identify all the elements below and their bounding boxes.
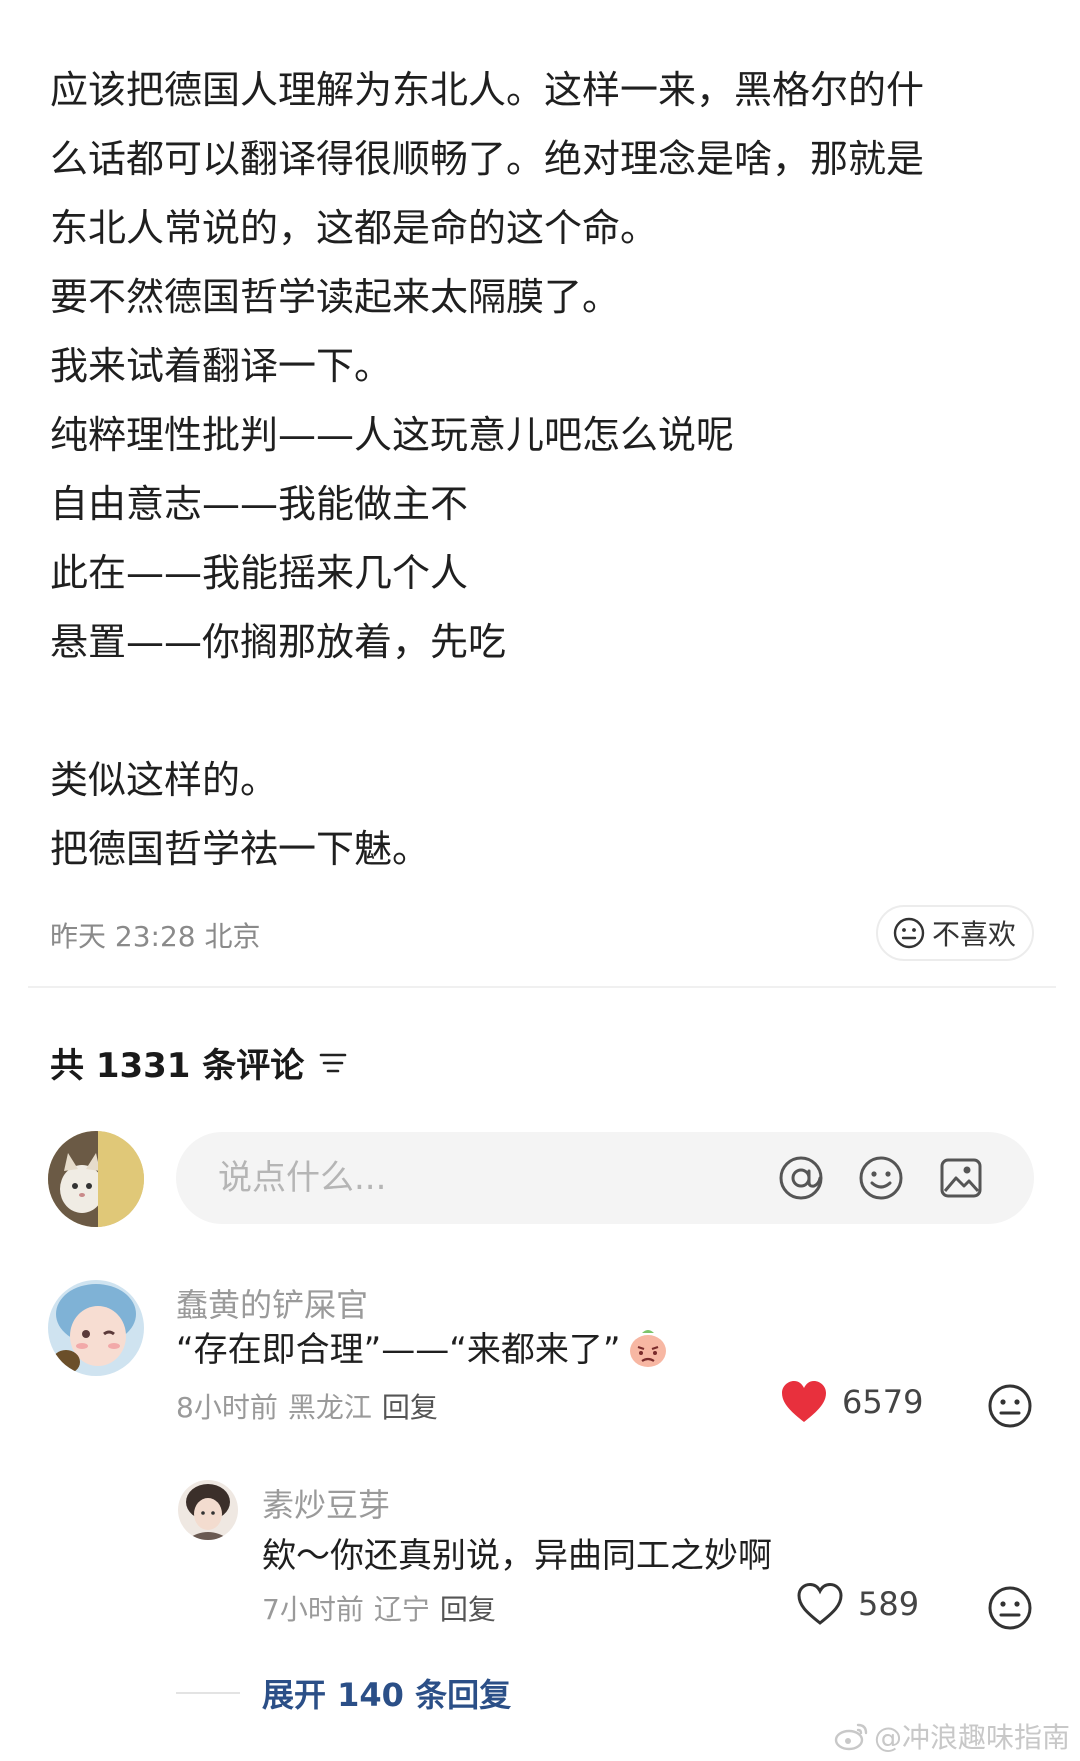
heart-icon bbox=[796, 1582, 844, 1626]
comment-text: 欸～你还真别说，异曲同工之妙啊 bbox=[262, 1536, 772, 1576]
post-body: 应该把德国人理解为东北人。这样一来，黑格尔的什 么话都可以翻译得很顺畅了。绝对理… bbox=[50, 56, 1030, 884]
watermark: @冲浪趣味指南 bbox=[834, 1716, 1070, 1756]
sort-lines-icon[interactable] bbox=[318, 1048, 348, 1078]
comment-author[interactable]: 素炒豆芽 bbox=[262, 1480, 390, 1526]
avatar[interactable] bbox=[48, 1280, 144, 1376]
post-line: 要不然德国哲学读起来太隔膜了。 bbox=[50, 275, 621, 319]
post-line: 纯粹理性批判——人这玩意儿吧怎么说呢 bbox=[50, 413, 735, 457]
comment-composer bbox=[48, 1130, 1034, 1227]
comment-input-box[interactable] bbox=[176, 1132, 1034, 1224]
weibo-logo-icon bbox=[834, 1721, 870, 1751]
comment-meta: 8小时前 黑龙江 回复 bbox=[176, 1386, 448, 1426]
post-meta-row: 昨天 23:28 北京 不喜欢 bbox=[50, 905, 1034, 963]
post-line: 自由意志——我能做主不 bbox=[50, 482, 469, 526]
comment-location: 辽宁 bbox=[373, 1593, 430, 1626]
avatar[interactable] bbox=[48, 1131, 144, 1227]
at-sign-icon[interactable] bbox=[776, 1153, 826, 1203]
comments-count: 共 1331 条评论 bbox=[50, 1046, 305, 1086]
avatar[interactable] bbox=[178, 1480, 238, 1540]
comment-meta: 7小时前 辽宁 回复 bbox=[262, 1588, 506, 1628]
post-line: 么话都可以翻译得很顺畅了。绝对理念是啥，那就是 bbox=[50, 137, 925, 181]
comments-header: 共 1331 条评论 bbox=[50, 1038, 348, 1087]
reply-button[interactable]: 回复 bbox=[440, 1593, 496, 1626]
neutral-face-icon[interactable] bbox=[986, 1382, 1034, 1430]
dislike-button[interactable]: 不喜欢 bbox=[875, 905, 1034, 961]
post-time-location: 昨天 23:28 北京 bbox=[50, 920, 261, 953]
expand-replies-label[interactable]: 展开 140 条回复 bbox=[262, 1670, 511, 1716]
post-line: 应该把德国人理解为东北人。这样一来，黑格尔的什 bbox=[50, 68, 925, 112]
comment-location: 黑龙江 bbox=[287, 1391, 372, 1424]
expand-replies[interactable]: 展开 140 条回复 bbox=[176, 1670, 511, 1716]
like-button[interactable]: 6579 bbox=[780, 1380, 923, 1424]
comment-text: “存在即合理”——“来都来了” bbox=[176, 1330, 621, 1370]
comment-text-row: “存在即合理”——“来都来了” bbox=[176, 1322, 670, 1371]
comment-input[interactable] bbox=[218, 1132, 698, 1224]
neutral-face-icon bbox=[892, 916, 926, 950]
like-button[interactable]: 589 bbox=[796, 1582, 919, 1626]
section-divider bbox=[28, 986, 1056, 988]
image-icon[interactable] bbox=[936, 1153, 986, 1203]
like-count: 589 bbox=[858, 1585, 920, 1623]
emoji-sticker-icon bbox=[626, 1325, 670, 1369]
expand-divider bbox=[176, 1692, 240, 1694]
post-line: 把德国哲学祛一下魅。 bbox=[50, 827, 431, 871]
reply-button[interactable]: 回复 bbox=[382, 1391, 438, 1424]
comment-time: 7小时前 bbox=[262, 1593, 364, 1626]
comment-author[interactable]: 蠢黄的铲屎官 bbox=[176, 1280, 368, 1326]
comment-time: 8小时前 bbox=[176, 1391, 278, 1424]
comment-item: 蠢黄的铲屎官 “存在即合理”——“来都来了” 8小时前 黑龙江 回复 6579 bbox=[48, 1280, 1038, 1450]
neutral-face-icon[interactable] bbox=[986, 1584, 1034, 1632]
post-line: 类似这样的。 bbox=[50, 758, 279, 802]
post-line: 此在——我能摇来几个人 bbox=[50, 551, 469, 595]
dislike-label: 不喜欢 bbox=[931, 918, 1016, 951]
post-line: 悬置——你搁那放着，先吃 bbox=[50, 620, 507, 664]
reply-comment-item: 素炒豆芽 欸～你还真别说，异曲同工之妙啊 7小时前 辽宁 回复 589 bbox=[48, 1480, 1038, 1650]
post-line: 我来试着翻译一下。 bbox=[50, 344, 393, 388]
post-line: 东北人常说的，这都是命的这个命。 bbox=[50, 206, 659, 250]
watermark-text: @冲浪趣味指南 bbox=[873, 1721, 1070, 1754]
smile-face-icon[interactable] bbox=[856, 1153, 906, 1203]
heart-icon bbox=[780, 1380, 828, 1424]
like-count: 6579 bbox=[842, 1383, 924, 1421]
